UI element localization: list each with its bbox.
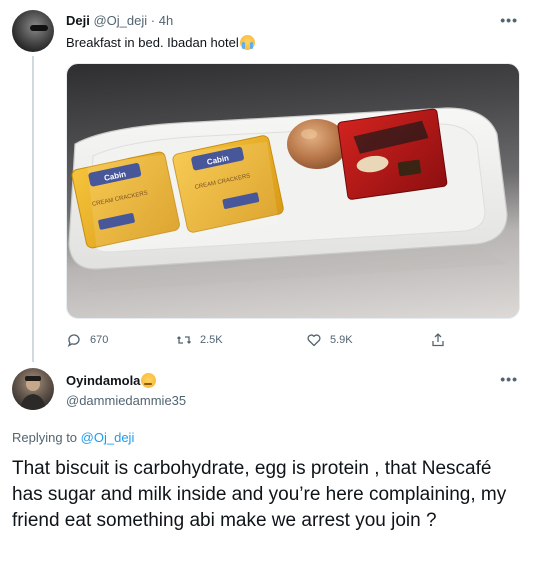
- tweet-text-content: Breakfast in bed. Ibadan hotel: [66, 35, 239, 50]
- tweet-text: Breakfast in bed. Ibadan hotel: [66, 35, 255, 50]
- reply-tweet[interactable]: Oyindamola @dammiedammie35 ••• Replying …: [0, 362, 538, 566]
- tweet-photo[interactable]: Cabin CREAM CRACKERS Cabin CREAM CRACKER…: [66, 63, 520, 319]
- replying-to-line: Replying to @Oj_deji: [12, 430, 134, 445]
- reply-icon: [67, 334, 80, 347]
- heart-icon: [307, 334, 321, 347]
- replying-to-mention-link[interactable]: @Oj_deji: [81, 430, 135, 445]
- retweet-action[interactable]: 2.5K: [176, 330, 223, 350]
- author-handle[interactable]: @Oj_deji: [93, 13, 147, 28]
- reply-action[interactable]: 670: [66, 330, 108, 350]
- tweet-timestamp[interactable]: 4h: [159, 13, 173, 28]
- glasses-shape: [30, 25, 48, 31]
- thinking-face-emoji-icon: [141, 373, 157, 388]
- separator-dot: ·: [150, 13, 156, 28]
- tweet-header: Deji @Oj_deji · 4h: [66, 13, 173, 28]
- reply-text: That biscuit is carbohydrate, egg is pro…: [12, 458, 507, 531]
- crying-face-emoji-icon: [239, 35, 255, 50]
- original-tweet[interactable]: Deji @Oj_deji · 4h ••• Breakfast in bed.…: [0, 0, 538, 362]
- reply-author-line: Oyindamola: [66, 373, 157, 388]
- breakfast-plate-image: Cabin CREAM CRACKERS Cabin CREAM CRACKER…: [68, 107, 508, 292]
- share-action[interactable]: [430, 330, 454, 350]
- reply-author-handle[interactable]: @dammiedammie35: [66, 393, 186, 408]
- more-options-icon[interactable]: •••: [500, 12, 518, 28]
- person-icon: [20, 376, 46, 410]
- reply-more-options-icon[interactable]: •••: [500, 371, 518, 387]
- reply-author-name[interactable]: Oyindamola: [66, 373, 140, 388]
- share-icon: [432, 333, 444, 347]
- reply-author-avatar[interactable]: [12, 368, 54, 410]
- like-action[interactable]: 5.9K: [306, 330, 353, 350]
- retweet-icon: [177, 336, 191, 344]
- author-avatar[interactable]: [12, 10, 54, 52]
- author-name[interactable]: Deji: [66, 13, 90, 28]
- thread-connector-line: [32, 56, 34, 362]
- like-count: 5.9K: [330, 334, 353, 346]
- retweet-count: 2.5K: [200, 334, 223, 346]
- reply-count: 670: [90, 334, 109, 346]
- tweet-actions-bar: 670 2.5K 5.9K: [66, 330, 506, 350]
- replying-to-label: Replying to: [12, 430, 78, 445]
